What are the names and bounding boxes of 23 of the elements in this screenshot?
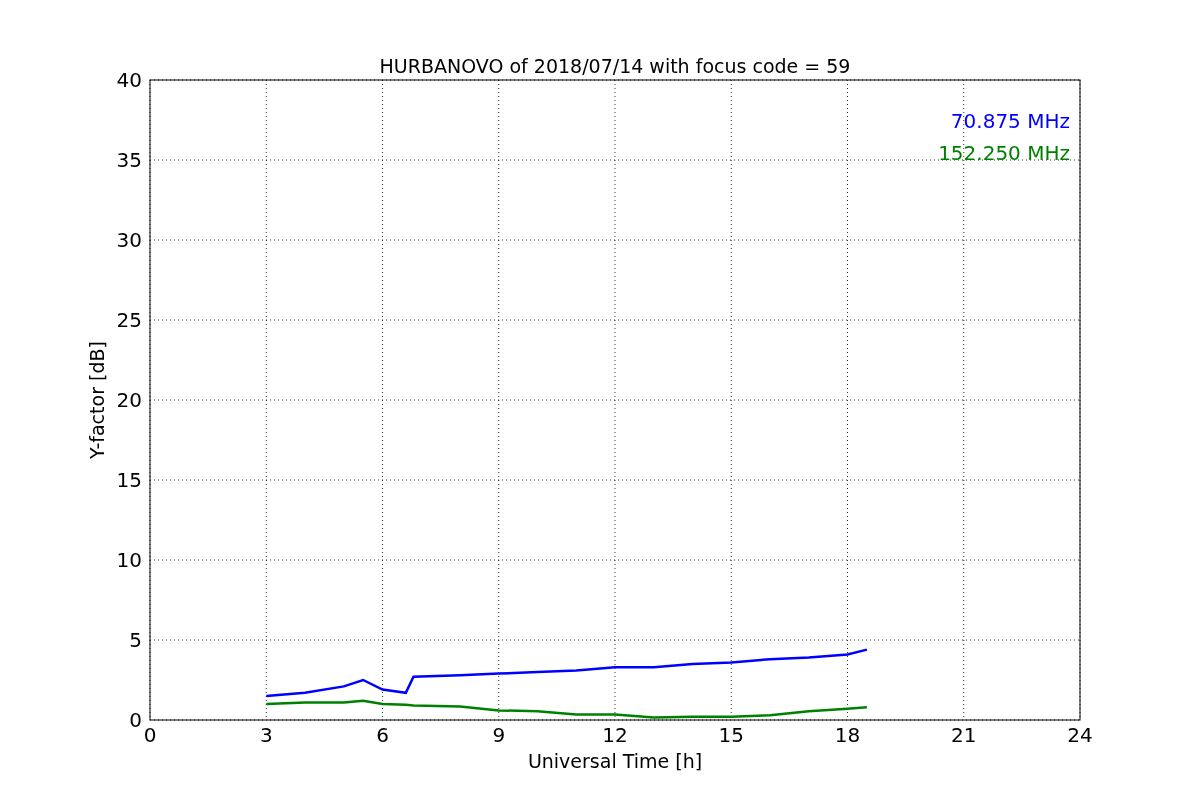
tick-label: 15 <box>116 468 142 492</box>
tick-label: 0 <box>129 708 142 732</box>
tick-label: 40 <box>116 68 142 92</box>
axis-label: Y-factor [dB] <box>86 341 108 459</box>
tick-label: 24 <box>1067 723 1093 747</box>
tick-label: 30 <box>116 228 142 252</box>
legend-label: 152.250 MHz <box>938 141 1070 165</box>
tick-label: 21 <box>951 723 977 747</box>
tick-label: 25 <box>116 308 142 332</box>
tick-label: 3 <box>259 723 273 747</box>
tick-label: 0 <box>143 723 157 747</box>
tick-label: 15 <box>718 723 744 747</box>
tick-label: 18 <box>834 723 861 747</box>
axis-label: Universal Time [h] <box>527 750 703 772</box>
tick-label: 9 <box>492 723 506 747</box>
tick-label: 10 <box>116 548 142 572</box>
tick-label: 35 <box>116 148 142 172</box>
legend-label: 70.875 MHz <box>950 109 1070 133</box>
tick-label: 12 <box>602 723 628 747</box>
tick-label: 5 <box>129 628 142 652</box>
tick-label: 20 <box>116 388 142 412</box>
chart-title: HURBANOVO of 2018/07/14 with focus code = 59 <box>379 55 851 77</box>
tick-label: 6 <box>376 723 389 747</box>
